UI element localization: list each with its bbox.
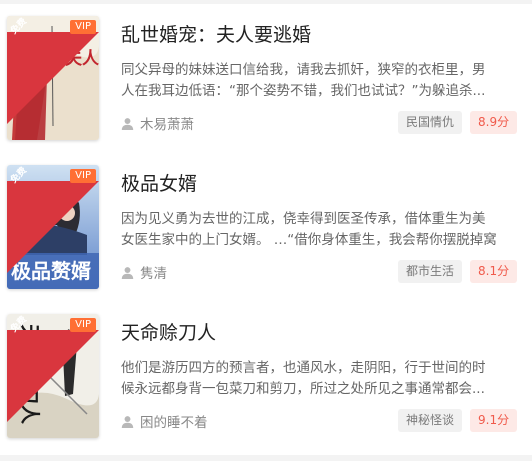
genre-tag[interactable]: 民国情仇 (398, 111, 463, 134)
book-author: 困的睡不着 (121, 411, 208, 431)
book-description: 同父异母的妹妹送口信给我，请我去抓奸，狭窄的衣柜里，男 人在我耳边低语：“那个姿… (121, 62, 486, 99)
free-badge: 免费 (7, 165, 99, 273)
book-cover[interactable]: 天命赊刀人 免费 VIP (7, 314, 99, 438)
author-icon (121, 415, 134, 428)
vip-badge: VIP (70, 20, 96, 34)
author-icon (121, 266, 134, 279)
book-author: 木易萧萧 (121, 113, 194, 133)
score-badge: 9.1分 (470, 409, 518, 432)
genre-tag[interactable]: 都市生活 (398, 260, 463, 283)
book-title[interactable]: 天命赊刀人 (121, 318, 216, 345)
book-item-1[interactable]: 夫人要逃婚 免费 VIP 乱世婚宠：夫人要逃婚 同父异母的妹妹送口信给我，请我去… (0, 16, 532, 161)
book-author: 隽清 (121, 262, 167, 282)
book-description: 因为见义勇为去世的江成，侥幸得到医圣传承，借体重生为美 女医生家中的上门女婿。 … (121, 211, 497, 248)
author-icon (121, 117, 134, 130)
book-title[interactable]: 极品女婿 (121, 169, 197, 196)
book-cover[interactable]: 极品赘婿 免费 VIP (7, 165, 99, 289)
top-divider (0, 0, 532, 4)
free-badge: 免费 (7, 16, 99, 124)
book-item-2[interactable]: 极品赘婿 免费 VIP 极品女婿 因为见义勇为去世的江成，侥幸得到医圣传承，借体… (0, 165, 532, 310)
book-title[interactable]: 乱世婚宠：夫人要逃婚 (121, 20, 311, 47)
genre-tag[interactable]: 神秘怪谈 (398, 409, 463, 432)
book-description: 他们是游历四方的预言者，也通风水，走阴阳，行于世间的时 候永远都身背一包菜刀和剪… (121, 360, 486, 397)
book-item-3[interactable]: 天命赊刀人 免费 VIP 天命赊刀人 他们是游历四方的预言者，也通风水，走阴阳，… (0, 314, 532, 459)
vip-badge: VIP (70, 318, 96, 332)
score-badge: 8.1分 (470, 260, 518, 283)
score-badge: 8.9分 (470, 111, 518, 134)
free-badge: 免费 (7, 314, 99, 422)
book-cover[interactable]: 夫人要逃婚 免费 VIP (7, 16, 99, 140)
bottom-divider (0, 455, 532, 461)
vip-badge: VIP (70, 169, 96, 183)
